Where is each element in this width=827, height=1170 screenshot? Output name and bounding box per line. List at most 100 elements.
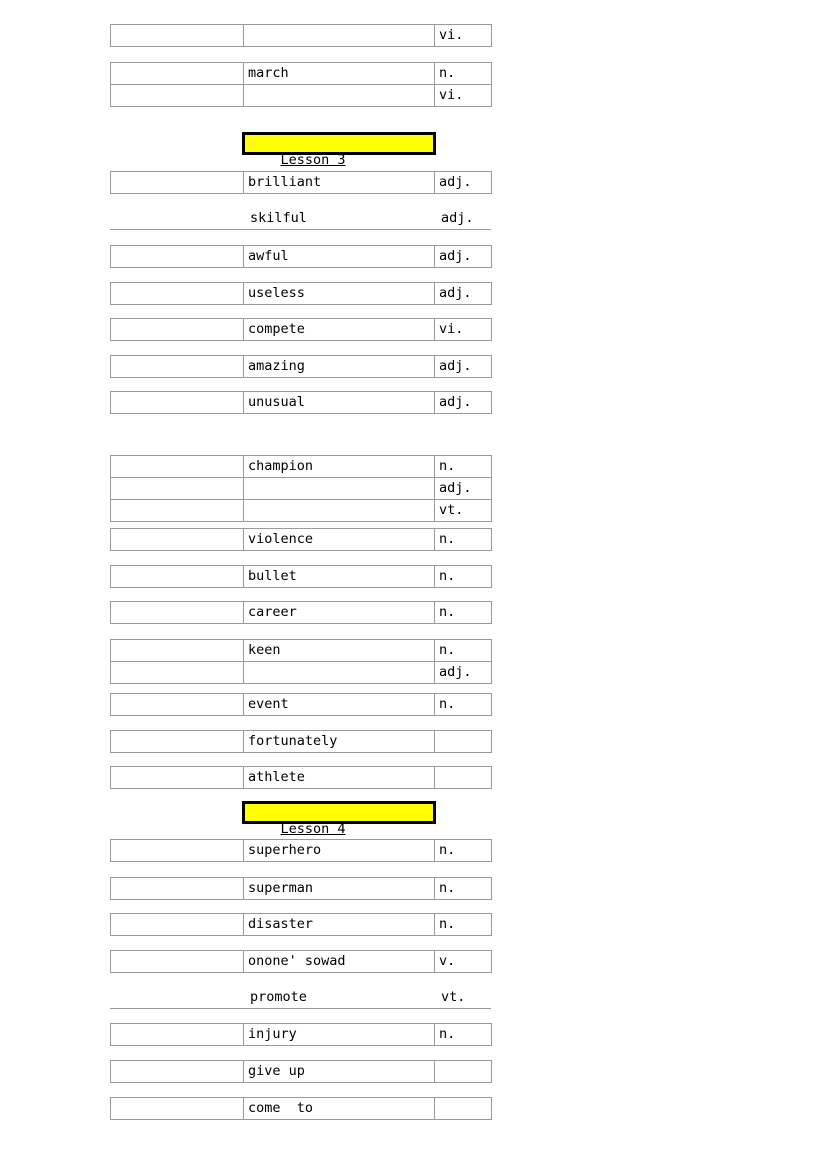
part-of-speech-cell: adj. (434, 661, 492, 684)
table-row: come to (110, 1097, 492, 1120)
table-row: vi. (110, 24, 492, 47)
word-english-cell: march (243, 62, 435, 85)
table-row: injury n. (110, 1023, 492, 1046)
vocab-table-event: event n. (110, 693, 492, 716)
word-chinese-cell (110, 245, 244, 268)
part-of-speech-cell: vi. (434, 84, 492, 107)
lesson-3-label: Lesson 3 (280, 152, 346, 168)
lesson-4-heading: Lesson 4 (242, 801, 436, 837)
word-chinese-cell (110, 171, 244, 194)
part-of-speech-cell: vt. (434, 987, 491, 1009)
part-of-speech-cell: adj. (434, 391, 492, 414)
word-english-cell: disaster (243, 913, 435, 936)
word-chinese-cell (110, 355, 244, 378)
word-chinese-cell (110, 730, 244, 753)
table-row: fortunately (110, 730, 492, 753)
word-english-cell: unusual (243, 391, 435, 414)
table-row: keen n. (110, 639, 492, 662)
vocab-table-champion: champion n. adj. vt. (110, 455, 492, 522)
vocab-table-give-up: give up (110, 1060, 492, 1083)
vocab-table-unusual: unusual adj. (110, 391, 492, 414)
part-of-speech-cell: n. (434, 62, 492, 85)
word-english-cell: champion (243, 455, 435, 478)
part-of-speech-cell: adj. (434, 171, 492, 194)
table-row: disaster n. (110, 913, 492, 936)
word-chinese-cell (110, 1060, 244, 1083)
table-row: violence n. (110, 528, 492, 551)
word-english-cell: superhero (243, 839, 435, 862)
word-english-cell: fortunately (243, 730, 435, 753)
table-row: superman n. (110, 877, 492, 900)
word-english-cell: useless (243, 282, 435, 305)
lesson-3-heading: Lesson 3 (242, 132, 436, 168)
word-chinese-cell (110, 84, 244, 107)
part-of-speech-cell: n. (434, 528, 492, 551)
vocab-table-awful: awful adj. (110, 245, 492, 268)
table-row: give up (110, 1060, 492, 1083)
part-of-speech-cell: adj. (434, 477, 492, 500)
vocab-table-career: career n. (110, 601, 492, 624)
word-chinese-cell (110, 693, 244, 716)
word-english-cell: brilliant (243, 171, 435, 194)
vocab-table-compete: compete vi. (110, 318, 492, 341)
table-row: amazing adj. (110, 355, 492, 378)
word-english-cell: skilful (243, 208, 434, 230)
word-english-cell: event (243, 693, 435, 716)
part-of-speech-cell: v. (434, 950, 492, 973)
part-of-speech-cell: n. (434, 601, 492, 624)
table-row: promote vt. (110, 987, 491, 1009)
word-chinese-cell (110, 987, 243, 1009)
table-row: event n. (110, 693, 492, 716)
part-of-speech-cell: vi. (434, 24, 492, 47)
part-of-speech-cell: adj. (434, 208, 491, 230)
word-english-cell: awful (243, 245, 435, 268)
word-chinese-cell (110, 62, 244, 85)
table-row: career n. (110, 601, 492, 624)
lesson-4-label: Lesson 4 (280, 821, 346, 837)
vocab-table-superhero: superhero n. (110, 839, 492, 862)
table-row: skilful adj. (110, 208, 491, 230)
word-english-cell (243, 84, 435, 107)
word-english-cell: onone' sowad (243, 950, 435, 973)
table-row: march n. (110, 62, 492, 85)
vocab-table-top-1: vi. (110, 24, 492, 47)
word-english-cell: give up (243, 1060, 435, 1083)
part-of-speech-cell: n. (434, 877, 492, 900)
table-row: champion n. (110, 455, 492, 478)
word-english-cell: keen (243, 639, 435, 662)
part-of-speech-cell: adj. (434, 245, 492, 268)
part-of-speech-cell (434, 730, 492, 753)
table-row: brilliant adj. (110, 171, 492, 194)
vocab-table-useless: useless adj. (110, 282, 492, 305)
vocab-table-come-to: come to (110, 1097, 492, 1120)
word-english-cell: career (243, 601, 435, 624)
word-english-cell (243, 477, 435, 500)
word-chinese-cell (110, 455, 244, 478)
word-chinese-cell (110, 639, 244, 662)
word-chinese-cell (110, 766, 244, 789)
table-row: compete vi. (110, 318, 492, 341)
part-of-speech-cell: vt. (434, 499, 492, 522)
table-row: unusual adj. (110, 391, 492, 414)
word-english-cell (243, 661, 435, 684)
table-row: athlete (110, 766, 492, 789)
part-of-speech-cell: adj. (434, 282, 492, 305)
vocab-table-keen: keen n. adj. (110, 639, 492, 684)
vocab-table-amazing: amazing adj. (110, 355, 492, 378)
word-chinese-cell (110, 1097, 244, 1120)
word-english-cell: come to (243, 1097, 435, 1120)
part-of-speech-cell: n. (434, 839, 492, 862)
vocab-table-brilliant: brilliant adj. (110, 171, 492, 194)
word-chinese-cell (110, 1023, 244, 1046)
word-english-cell: compete (243, 318, 435, 341)
word-chinese-cell (110, 477, 244, 500)
part-of-speech-cell (434, 1060, 492, 1083)
table-row: onone' sowad v. (110, 950, 492, 973)
table-row: vt. (110, 499, 492, 522)
vocab-table-injury: injury n. (110, 1023, 492, 1046)
table-row: superhero n. (110, 839, 492, 862)
word-english-cell: amazing (243, 355, 435, 378)
word-chinese-cell (110, 913, 244, 936)
part-of-speech-cell: n. (434, 639, 492, 662)
part-of-speech-cell: n. (434, 913, 492, 936)
